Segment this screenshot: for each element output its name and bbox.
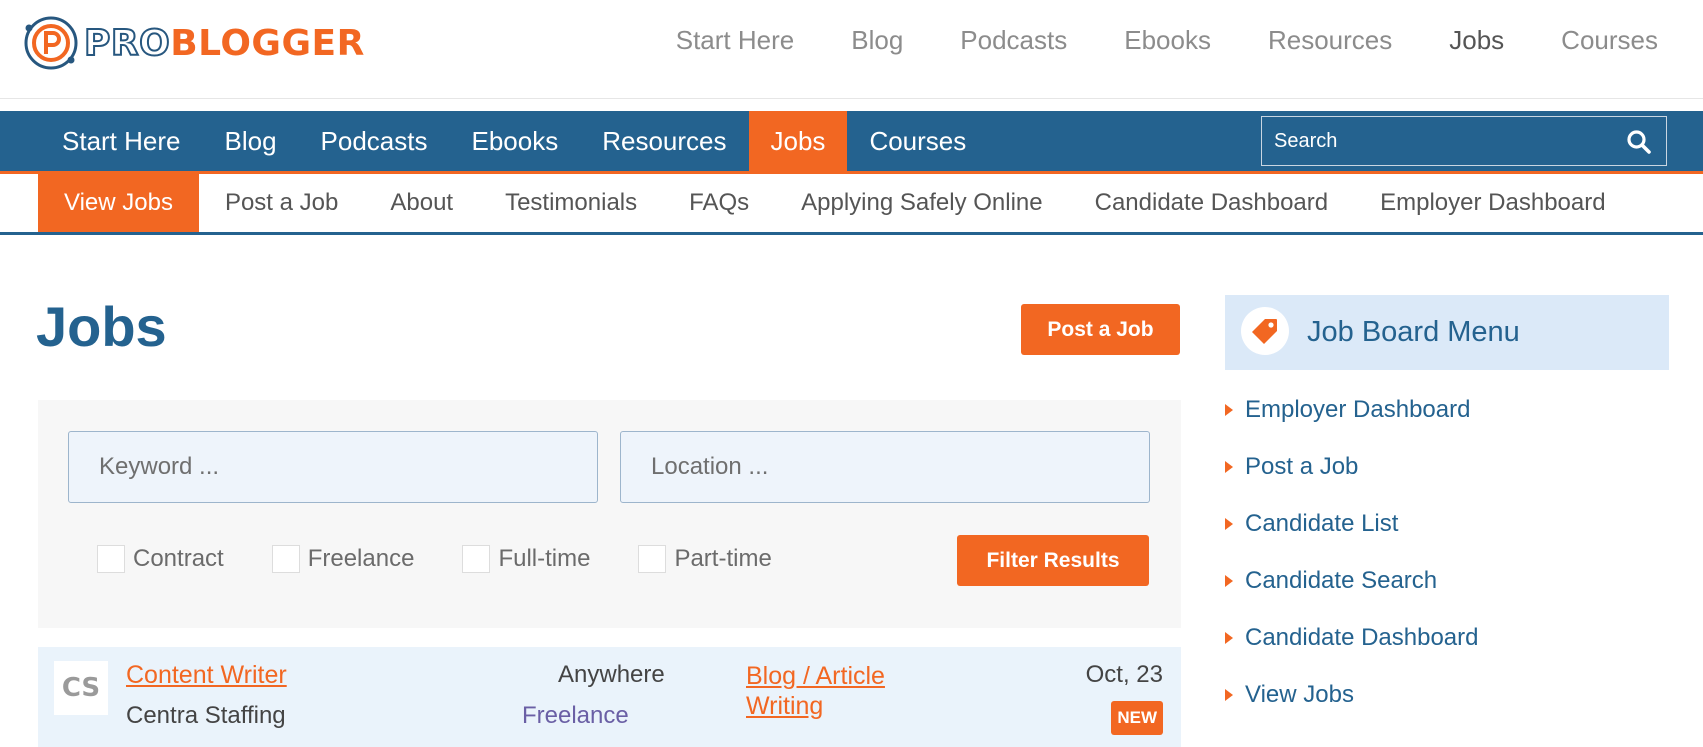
sidebar-item-label[interactable]: Candidate Dashboard xyxy=(1245,621,1479,655)
job-type-contract[interactable]: Contract xyxy=(97,545,224,573)
company-name: Centra Staffing xyxy=(126,702,286,729)
checkbox[interactable] xyxy=(97,545,125,573)
page-title: Jobs xyxy=(36,295,167,358)
top-header: PROBLOGGER Start Here Blog Podcasts Eboo… xyxy=(0,0,1703,99)
company-logo: CS xyxy=(54,661,108,715)
logo-blogger: BLOGGER xyxy=(170,22,365,64)
checkbox[interactable] xyxy=(462,545,491,573)
sidebar-item-label[interactable]: Post a Job xyxy=(1245,450,1358,484)
top-nav-ebooks[interactable]: Ebooks xyxy=(1124,18,1211,62)
job-title-link[interactable]: Content Writer xyxy=(126,661,287,690)
main-nav-resources[interactable]: Resources xyxy=(580,111,748,171)
tag-icon-circle xyxy=(1241,307,1289,355)
sub-nav-employer-dashboard[interactable]: Employer Dashboard xyxy=(1354,174,1631,232)
checkbox-label: Freelance xyxy=(307,545,415,572)
main-nav-start-here[interactable]: Start Here xyxy=(40,111,203,171)
caret-right-icon xyxy=(1225,518,1233,530)
new-badge: NEW xyxy=(1111,701,1163,735)
filter-results-button[interactable]: Filter Results xyxy=(957,535,1149,586)
sidebar-item-label[interactable]: Employer Dashboard xyxy=(1245,393,1470,427)
sub-nav-testimonials[interactable]: Testimonials xyxy=(479,174,663,232)
checkbox-label: Contract xyxy=(133,545,224,572)
location-input[interactable] xyxy=(620,431,1150,503)
job-filter-panel: Contract Freelance Full-time Part-time F… xyxy=(38,400,1181,628)
job-category-link[interactable]: Blog / Article Writing xyxy=(746,661,946,721)
job-type-checkboxes: Contract Freelance Full-time Part-time xyxy=(97,545,820,573)
job-type-freelance[interactable]: Freelance xyxy=(271,545,415,573)
top-nav-start-here[interactable]: Start Here xyxy=(676,18,795,62)
top-nav: Start Here Blog Podcasts Ebooks Resource… xyxy=(676,18,1703,62)
checkbox[interactable] xyxy=(638,545,667,573)
sidebar-item-label[interactable]: Candidate Search xyxy=(1245,564,1437,598)
job-date: Oct, 23 xyxy=(1085,661,1163,688)
caret-right-icon xyxy=(1225,632,1233,644)
tag-icon xyxy=(1252,319,1277,344)
sidebar-item-label[interactable]: View Jobs xyxy=(1245,678,1354,712)
caret-right-icon xyxy=(1225,404,1233,416)
top-nav-jobs[interactable]: Jobs xyxy=(1449,18,1504,62)
job-type-full-time[interactable]: Full-time xyxy=(462,545,590,573)
main-nav-jobs[interactable]: Jobs xyxy=(748,111,848,171)
main-nav-items: Start Here Blog Podcasts Ebooks Resource… xyxy=(40,111,988,171)
logo-wordmark: PROBLOGGER xyxy=(83,22,365,65)
sidebar-item-label[interactable]: Candidate List xyxy=(1245,507,1398,541)
sub-nav-applying-safely[interactable]: Applying Safely Online xyxy=(775,174,1068,232)
top-nav-courses[interactable]: Courses xyxy=(1561,18,1658,62)
job-type: Freelance xyxy=(522,702,629,729)
main-nav-ebooks[interactable]: Ebooks xyxy=(450,111,581,171)
sub-nav-about[interactable]: About xyxy=(364,174,479,232)
checkbox-label: Full-time xyxy=(498,545,591,572)
caret-right-icon xyxy=(1225,689,1233,701)
search-box xyxy=(1261,116,1667,166)
sub-nav-items: View Jobs Post a Job About Testimonials … xyxy=(38,174,1632,232)
main-nav-bar: Start Here Blog Podcasts Ebooks Resource… xyxy=(0,111,1703,174)
main-nav-podcasts[interactable]: Podcasts xyxy=(299,111,450,171)
sub-nav-view-jobs[interactable]: View Jobs xyxy=(38,174,199,232)
top-nav-blog[interactable]: Blog xyxy=(851,18,903,62)
top-nav-podcasts[interactable]: Podcasts xyxy=(960,18,1067,62)
problogger-logo[interactable]: PROBLOGGER xyxy=(22,12,365,74)
top-nav-resources[interactable]: Resources xyxy=(1268,18,1392,62)
checkbox-label: Part-time xyxy=(674,545,772,572)
job-listing-row[interactable]: CS Content Writer Centra Staffing Anywhe… xyxy=(38,647,1181,747)
sub-nav-faqs[interactable]: FAQs xyxy=(663,174,775,232)
logo-ring-icon xyxy=(24,16,78,70)
sub-nav-candidate-dashboard[interactable]: Candidate Dashboard xyxy=(1069,174,1355,232)
sub-nav-bar: View Jobs Post a Job About Testimonials … xyxy=(0,174,1703,235)
search-icon[interactable] xyxy=(1626,129,1652,155)
checkbox[interactable] xyxy=(271,545,300,573)
job-type-part-time[interactable]: Part-time xyxy=(638,545,772,573)
caret-right-icon xyxy=(1225,461,1233,473)
main-nav-courses[interactable]: Courses xyxy=(847,111,988,171)
caret-right-icon xyxy=(1225,575,1233,587)
job-location: Anywhere xyxy=(558,661,665,688)
sub-nav-post-a-job[interactable]: Post a Job xyxy=(199,174,364,232)
post-a-job-button[interactable]: Post a Job xyxy=(1021,304,1180,355)
main-nav-blog[interactable]: Blog xyxy=(203,111,299,171)
sidebar-title: Job Board Menu xyxy=(1307,316,1520,348)
job-board-menu-header: Job Board Menu xyxy=(1225,295,1669,370)
logo-pro: PRO xyxy=(83,22,171,65)
keyword-input[interactable] xyxy=(68,431,598,503)
search-input[interactable] xyxy=(1262,117,1602,165)
